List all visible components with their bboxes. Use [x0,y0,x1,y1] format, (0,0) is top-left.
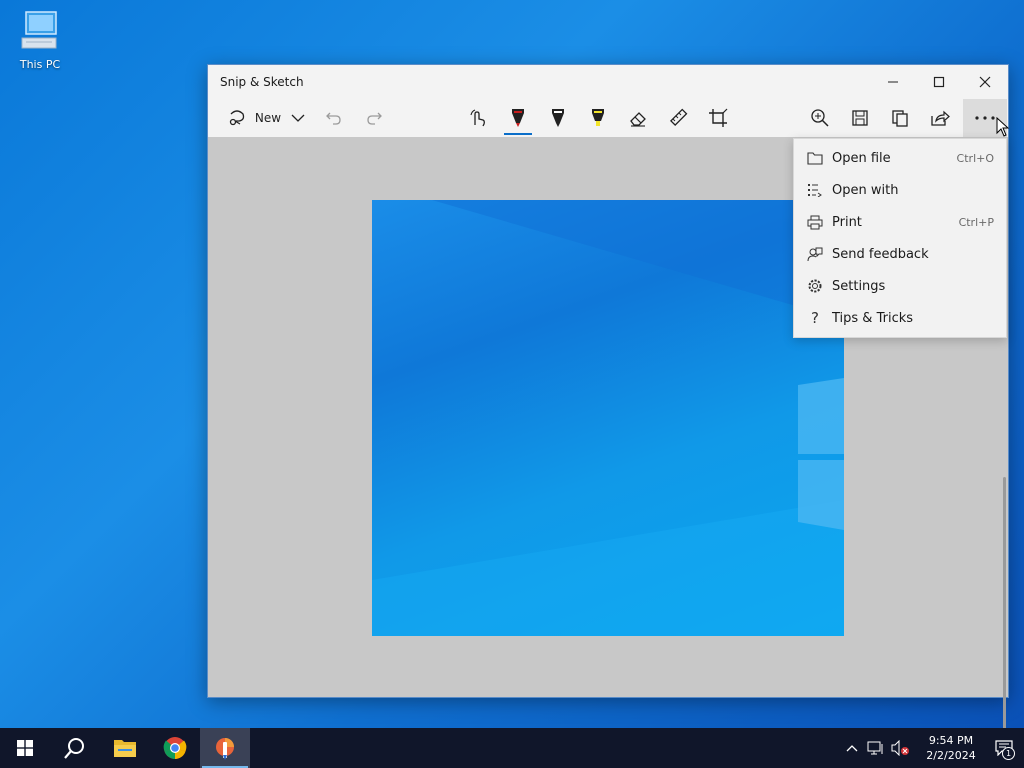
new-dropdown-button[interactable] [286,99,310,137]
close-button[interactable] [962,65,1008,99]
menu-item-tips-tricks[interactable]: ? Tips & Tricks [794,302,1006,334]
pencil-button[interactable] [538,99,578,137]
menu-item-label: Print [832,214,862,230]
open-with-icon [806,181,824,199]
network-button[interactable] [864,728,888,768]
wallpaper-preview [372,200,844,636]
clock-date: 2/2/2024 [926,749,976,762]
vertical-scrollbar[interactable] [1003,477,1006,757]
menu-item-open-with[interactable]: Open with [794,174,1006,206]
share-button[interactable] [920,99,960,137]
pencil-icon [552,109,564,127]
maximize-icon [933,76,945,88]
snip-sketch-taskbar-button[interactable] [200,728,250,768]
title-bar: Snip & Sketch [208,65,1008,99]
undo-icon [326,112,341,125]
menu-item-send-feedback[interactable]: Send feedback [794,238,1006,270]
computer-icon [21,11,57,49]
system-tray: 9:54 PM 2/2/2024 1 [840,728,1024,768]
ballpoint-pen-button[interactable] [498,99,538,137]
maximize-button[interactable] [916,65,962,99]
clock[interactable]: 9:54 PM 2/2/2024 [918,733,984,763]
menu-item-print[interactable]: Print Ctrl+P [794,206,1006,238]
ruler-icon [670,108,688,126]
zoom-icon [811,109,829,127]
folder-icon [806,149,824,167]
chrome-button[interactable] [150,728,200,768]
mouse-cursor-icon [996,117,1010,137]
clock-time: 9:54 PM [928,734,974,747]
save-icon [852,110,868,126]
show-hidden-icons-button[interactable] [840,728,864,768]
menu-item-label: Send feedback [832,246,929,262]
redo-button[interactable] [358,99,390,137]
menu-item-shortcut: Ctrl+O [956,151,994,165]
menu-item-label: Settings [832,278,886,294]
close-icon [979,76,991,88]
taskbar: 9:54 PM 2/2/2024 1 [0,728,1024,768]
window-title: Snip & Sketch [220,75,304,89]
ballpoint-pen-icon [512,109,524,127]
chevron-down-icon [291,114,305,122]
print-icon [806,213,824,231]
share-icon [931,110,950,126]
highlighter-icon [592,109,604,126]
menu-item-settings[interactable]: Settings [794,270,1006,302]
toolbar: New [208,99,1008,137]
start-button[interactable] [0,728,50,768]
copy-button[interactable] [880,99,920,137]
crop-button[interactable] [698,99,738,137]
undo-button[interactable] [318,99,350,137]
desktop-icon-this-pc[interactable]: This PC [12,10,68,71]
menu-item-open-file[interactable]: Open file Ctrl+O [794,142,1006,174]
minimize-icon [888,81,898,83]
menu-item-label: Tips & Tricks [832,310,914,326]
volume-muted-icon [891,740,909,756]
zoom-button[interactable] [800,99,840,137]
highlighter-button[interactable] [578,99,618,137]
more-icon [975,116,995,120]
settings-icon [806,277,824,295]
search-icon [64,738,84,759]
snip-sketch-icon [216,738,234,760]
file-explorer-icon [114,740,136,757]
redo-icon [367,112,382,125]
start-icon [17,740,33,756]
snip-icon [229,110,245,126]
touch-writing-button[interactable] [460,99,496,137]
more-options-menu: Open file Ctrl+O Open with Print Ctrl+P … [793,138,1007,338]
menu-item-shortcut: Ctrl+P [958,215,994,229]
eraser-icon [630,112,646,127]
minimize-button[interactable] [870,65,916,99]
help-icon: ? [811,309,819,327]
ruler-button[interactable] [658,99,698,137]
crop-icon [709,108,728,127]
menu-item-label: Open file [832,150,891,166]
desktop-icon-label: This PC [19,58,61,71]
chrome-icon [163,737,187,759]
search-button[interactable] [50,728,100,768]
touch-writing-icon [470,109,485,127]
file-explorer-button[interactable] [100,728,150,768]
save-button[interactable] [840,99,880,137]
action-center-button[interactable]: 1 [984,728,1024,768]
snip-image [372,200,844,636]
copy-icon [892,110,908,127]
chevron-up-icon [846,745,858,752]
new-snip-button[interactable]: New [218,99,290,137]
new-label: New [254,111,282,125]
active-tool-indicator [504,133,532,135]
eraser-button[interactable] [618,99,658,137]
menu-item-label: Open with [832,182,899,198]
feedback-icon [806,245,824,263]
notification-badge: 1 [1002,747,1015,760]
network-icon [867,741,883,755]
volume-button[interactable] [888,728,912,768]
